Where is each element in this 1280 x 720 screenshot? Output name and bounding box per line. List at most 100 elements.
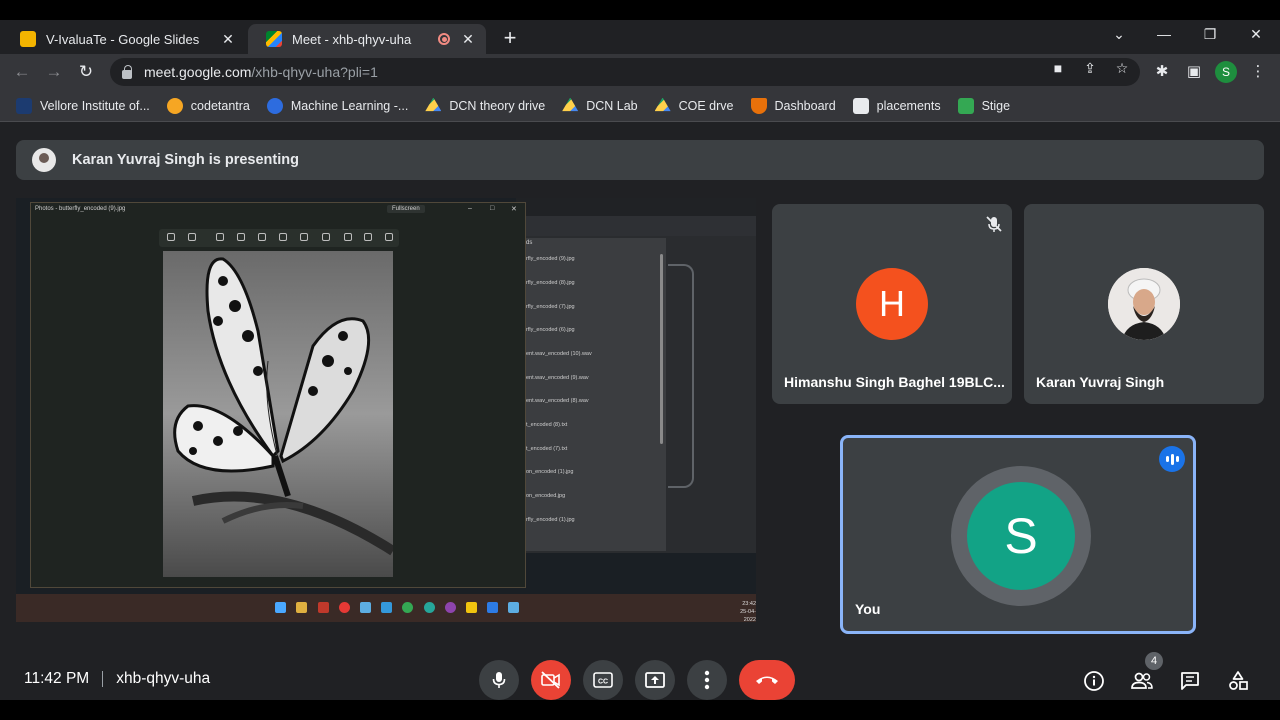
microphone-button[interactable] bbox=[479, 660, 519, 700]
file-item: on_encoded.jpg bbox=[526, 493, 566, 499]
menu-icon[interactable]: ⋮ bbox=[1248, 62, 1268, 80]
lock-icon[interactable] bbox=[122, 64, 132, 79]
activities-button[interactable] bbox=[1225, 668, 1251, 694]
star-icon[interactable]: ☆ bbox=[1113, 60, 1131, 77]
shared-screen[interactable]: ds rfly_encoded (9).jpg rfly_encoded (8)… bbox=[16, 198, 756, 622]
current-time: 11:42 PM bbox=[24, 670, 90, 687]
tab-search-icon[interactable]: ⌄ bbox=[1109, 26, 1129, 43]
bookmark-dashboard[interactable]: Dashboard bbox=[750, 97, 836, 114]
people-icon bbox=[1131, 672, 1153, 689]
camera-button[interactable] bbox=[531, 660, 571, 700]
start-icon bbox=[275, 602, 286, 613]
end-call-icon bbox=[756, 676, 778, 684]
participant-name: You bbox=[855, 601, 881, 617]
url-host: meet.google.com bbox=[144, 64, 252, 80]
taskbar-app-icon bbox=[360, 602, 371, 613]
participant-name: Himanshu Singh Baghel 19BLC... bbox=[784, 374, 1005, 390]
taskbar-app-icon bbox=[339, 602, 350, 613]
bookmark-vit[interactable]: Vellore Institute of... bbox=[16, 97, 150, 114]
leave-call-button[interactable] bbox=[739, 660, 795, 700]
windows-taskbar: 23:42 25-04-2022 bbox=[16, 594, 756, 622]
more-vert-icon bbox=[704, 670, 710, 690]
captions-icon: CC bbox=[593, 672, 613, 688]
avatar: S bbox=[967, 482, 1075, 590]
drive-icon bbox=[425, 97, 442, 112]
folder-icon bbox=[466, 602, 477, 613]
people-button[interactable] bbox=[1129, 668, 1155, 694]
c-icon bbox=[266, 97, 283, 114]
fullscreen-button: Fullscreen bbox=[387, 205, 425, 213]
minimize-icon[interactable]: — bbox=[1154, 26, 1174, 42]
mic-icon bbox=[492, 672, 506, 688]
photos-title: Photos - butterfly_encoded (9).jpg bbox=[35, 206, 126, 212]
participant-tile-you[interactable]: S You bbox=[840, 435, 1196, 634]
explorer-titlebar bbox=[516, 198, 756, 216]
tab-strip: V-IvaluaTe - Google Slides ✕ Meet - xhb-… bbox=[0, 20, 1280, 54]
device-outline bbox=[668, 264, 694, 488]
present-screen-icon bbox=[645, 672, 665, 688]
bookmarks-bar: Vellore Institute of... codetantra Machi… bbox=[0, 90, 1280, 122]
camera-icon[interactable]: ■ bbox=[1049, 60, 1067, 76]
taskbar-clock: 23:42 25-04-2022 bbox=[740, 601, 756, 622]
presenter-avatar bbox=[32, 148, 56, 172]
vscode-icon bbox=[487, 602, 498, 613]
avatar bbox=[1108, 268, 1180, 340]
file-item: ent.wav_encoded (10).wav bbox=[526, 351, 592, 357]
info-icon bbox=[1084, 671, 1104, 691]
new-tab-button[interactable]: + bbox=[498, 27, 522, 49]
extensions-icon[interactable]: ✱ bbox=[1152, 62, 1172, 80]
bookmark-dcn-lab[interactable]: DCN Lab bbox=[562, 97, 638, 114]
divider bbox=[102, 671, 104, 687]
close-window-icon[interactable]: ✕ bbox=[1246, 26, 1266, 43]
minimize-icon: – bbox=[468, 205, 472, 212]
meeting-info-button[interactable] bbox=[1081, 668, 1107, 694]
browser-toolbar: ← → ↻ meet.google.com/xhb-qhyv-uha?pli=1… bbox=[0, 54, 1280, 90]
chat-button[interactable] bbox=[1177, 668, 1203, 694]
bookmark-dcn-theory-drive[interactable]: DCN theory drive bbox=[425, 97, 545, 114]
stige-icon bbox=[957, 97, 974, 114]
bookmark-codetantra[interactable]: codetantra bbox=[166, 97, 250, 114]
share-icon[interactable]: ⇪ bbox=[1081, 60, 1099, 77]
participant-name: Karan Yuvraj Singh bbox=[1036, 374, 1165, 390]
camera-off-icon bbox=[541, 671, 560, 689]
file-item: rfly_encoded (1).jpg bbox=[526, 517, 575, 523]
participant-count-badge: 4 bbox=[1145, 652, 1163, 670]
restore-icon[interactable]: ❐ bbox=[1200, 26, 1220, 43]
drive-icon bbox=[654, 97, 671, 112]
taskbar-app-icon bbox=[296, 602, 307, 613]
reload-icon[interactable]: ↻ bbox=[75, 61, 97, 83]
file-item: rfly_encoded (9).jpg bbox=[526, 256, 575, 262]
bookmark-stige[interactable]: Stige bbox=[957, 97, 1010, 114]
close-icon[interactable]: ✕ bbox=[220, 31, 236, 48]
butterfly-image bbox=[163, 251, 393, 577]
back-icon[interactable]: ← bbox=[11, 61, 33, 83]
folder-header: ds bbox=[526, 240, 533, 246]
chat-icon bbox=[1181, 672, 1199, 690]
edge-icon bbox=[424, 602, 435, 613]
present-button[interactable] bbox=[635, 660, 675, 700]
photos-window: Photos - butterfly_encoded (9).jpg Fulls… bbox=[30, 202, 526, 588]
browser-window: V-IvaluaTe - Google Slides ✕ Meet - xhb-… bbox=[0, 20, 1280, 700]
captions-button[interactable]: CC bbox=[583, 660, 623, 700]
more-options-button[interactable] bbox=[687, 660, 727, 700]
meet-icon bbox=[266, 31, 282, 47]
bookmark-coe-drve[interactable]: COE drve bbox=[654, 97, 734, 114]
close-icon[interactable]: ✕ bbox=[460, 31, 476, 48]
codetantra-icon bbox=[166, 97, 183, 114]
tab-title: V-IvaluaTe - Google Slides bbox=[46, 31, 200, 47]
tab-meet[interactable]: Meet - xhb-qhyv-uha ✕ bbox=[248, 24, 486, 54]
tab-google-slides[interactable]: V-IvaluaTe - Google Slides ✕ bbox=[2, 24, 246, 54]
address-bar[interactable]: meet.google.com/xhb-qhyv-uha?pli=1 bbox=[110, 58, 1140, 86]
bookmark-machine-learning[interactable]: Machine Learning -... bbox=[266, 97, 408, 114]
participant-tile-himanshu[interactable]: H Himanshu Singh Baghel 19BLC... bbox=[772, 204, 1012, 404]
forward-icon[interactable]: → bbox=[43, 61, 65, 83]
meeting-details: 11:42 PM xhb-qhyv-uha bbox=[24, 670, 210, 688]
mic-off-icon bbox=[986, 216, 1002, 232]
side-panel-icon[interactable]: ▣ bbox=[1184, 62, 1204, 80]
file-item: t_encoded (8).txt bbox=[526, 422, 568, 428]
participant-tile-karan[interactable]: Karan Yuvraj Singh bbox=[1024, 204, 1264, 404]
bookmark-placements[interactable]: placements bbox=[852, 97, 941, 114]
profile-avatar[interactable]: S bbox=[1215, 61, 1237, 83]
dashboard-icon bbox=[750, 97, 767, 114]
page-icon bbox=[852, 97, 869, 114]
